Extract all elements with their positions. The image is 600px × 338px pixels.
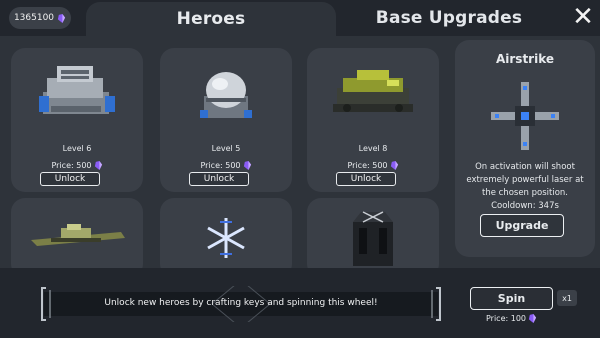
hero-price: Price: 500: [11, 161, 143, 170]
airstrike-drone-icon: [491, 82, 559, 150]
spin-price: Price: 100: [470, 314, 553, 323]
snowflake-icon: [207, 218, 245, 258]
close-icon[interactable]: ✕: [571, 4, 595, 30]
hero-card[interactable]: Level 8 Price: 500 Unlock: [307, 48, 439, 192]
unlock-button[interactable]: Unlock: [336, 172, 396, 186]
upgrade-button[interactable]: Upgrade: [480, 214, 564, 237]
spin-button[interactable]: Spin: [470, 287, 553, 310]
crystal-icon: [94, 161, 102, 170]
hero-price: Price: 500: [307, 161, 439, 170]
price-label: Price: 500: [51, 161, 92, 170]
fortress-ship-icon: [39, 66, 115, 114]
unlock-button[interactable]: Unlock: [40, 172, 100, 186]
hero-card[interactable]: Level 6 Price: 500 Unlock: [11, 48, 143, 192]
tab-heroes[interactable]: Heroes: [86, 2, 336, 36]
upgrade-title: Airstrike: [495, 52, 555, 66]
hero-card[interactable]: [11, 198, 143, 278]
hero-card[interactable]: Level 5 Price: 500 Unlock: [160, 48, 292, 192]
crystal-icon: [528, 314, 537, 323]
hero-card[interactable]: [307, 198, 439, 278]
unlock-button[interactable]: Unlock: [189, 172, 249, 186]
hero-price: Price: 500: [160, 161, 292, 170]
hero-level: Level 6: [62, 144, 92, 153]
crystal-icon: [390, 161, 398, 170]
currency-display: 1365100: [9, 7, 71, 29]
crystal-icon: [57, 13, 66, 23]
price-label: Price: 500: [200, 161, 241, 170]
hero-level: Level 5: [211, 144, 241, 153]
tab-base-upgrades[interactable]: Base Upgrades: [345, 0, 553, 36]
hero-card[interactable]: [160, 198, 292, 278]
upgrade-cooldown: Cooldown: 347s: [491, 201, 559, 211]
hero-level: Level 8: [358, 144, 388, 153]
currency-amount: 1365100: [13, 13, 55, 23]
fighter-ship-icon: [31, 224, 125, 246]
dome-turret-icon: [200, 72, 252, 118]
crystal-icon: [243, 161, 251, 170]
airstrike-card: Airstrike On activation will shoot extre…: [455, 40, 595, 257]
wheel-hint: Unlock new heroes by crafting keys and s…: [104, 298, 378, 308]
spin-multiplier[interactable]: x1: [557, 290, 577, 306]
cannon-pod-icon: [353, 211, 393, 266]
upgrade-description: On activation will shoot extremely power…: [466, 162, 584, 198]
tank-icon: [333, 70, 413, 112]
price-label: Price: 100: [485, 314, 527, 323]
price-label: Price: 500: [347, 161, 388, 170]
